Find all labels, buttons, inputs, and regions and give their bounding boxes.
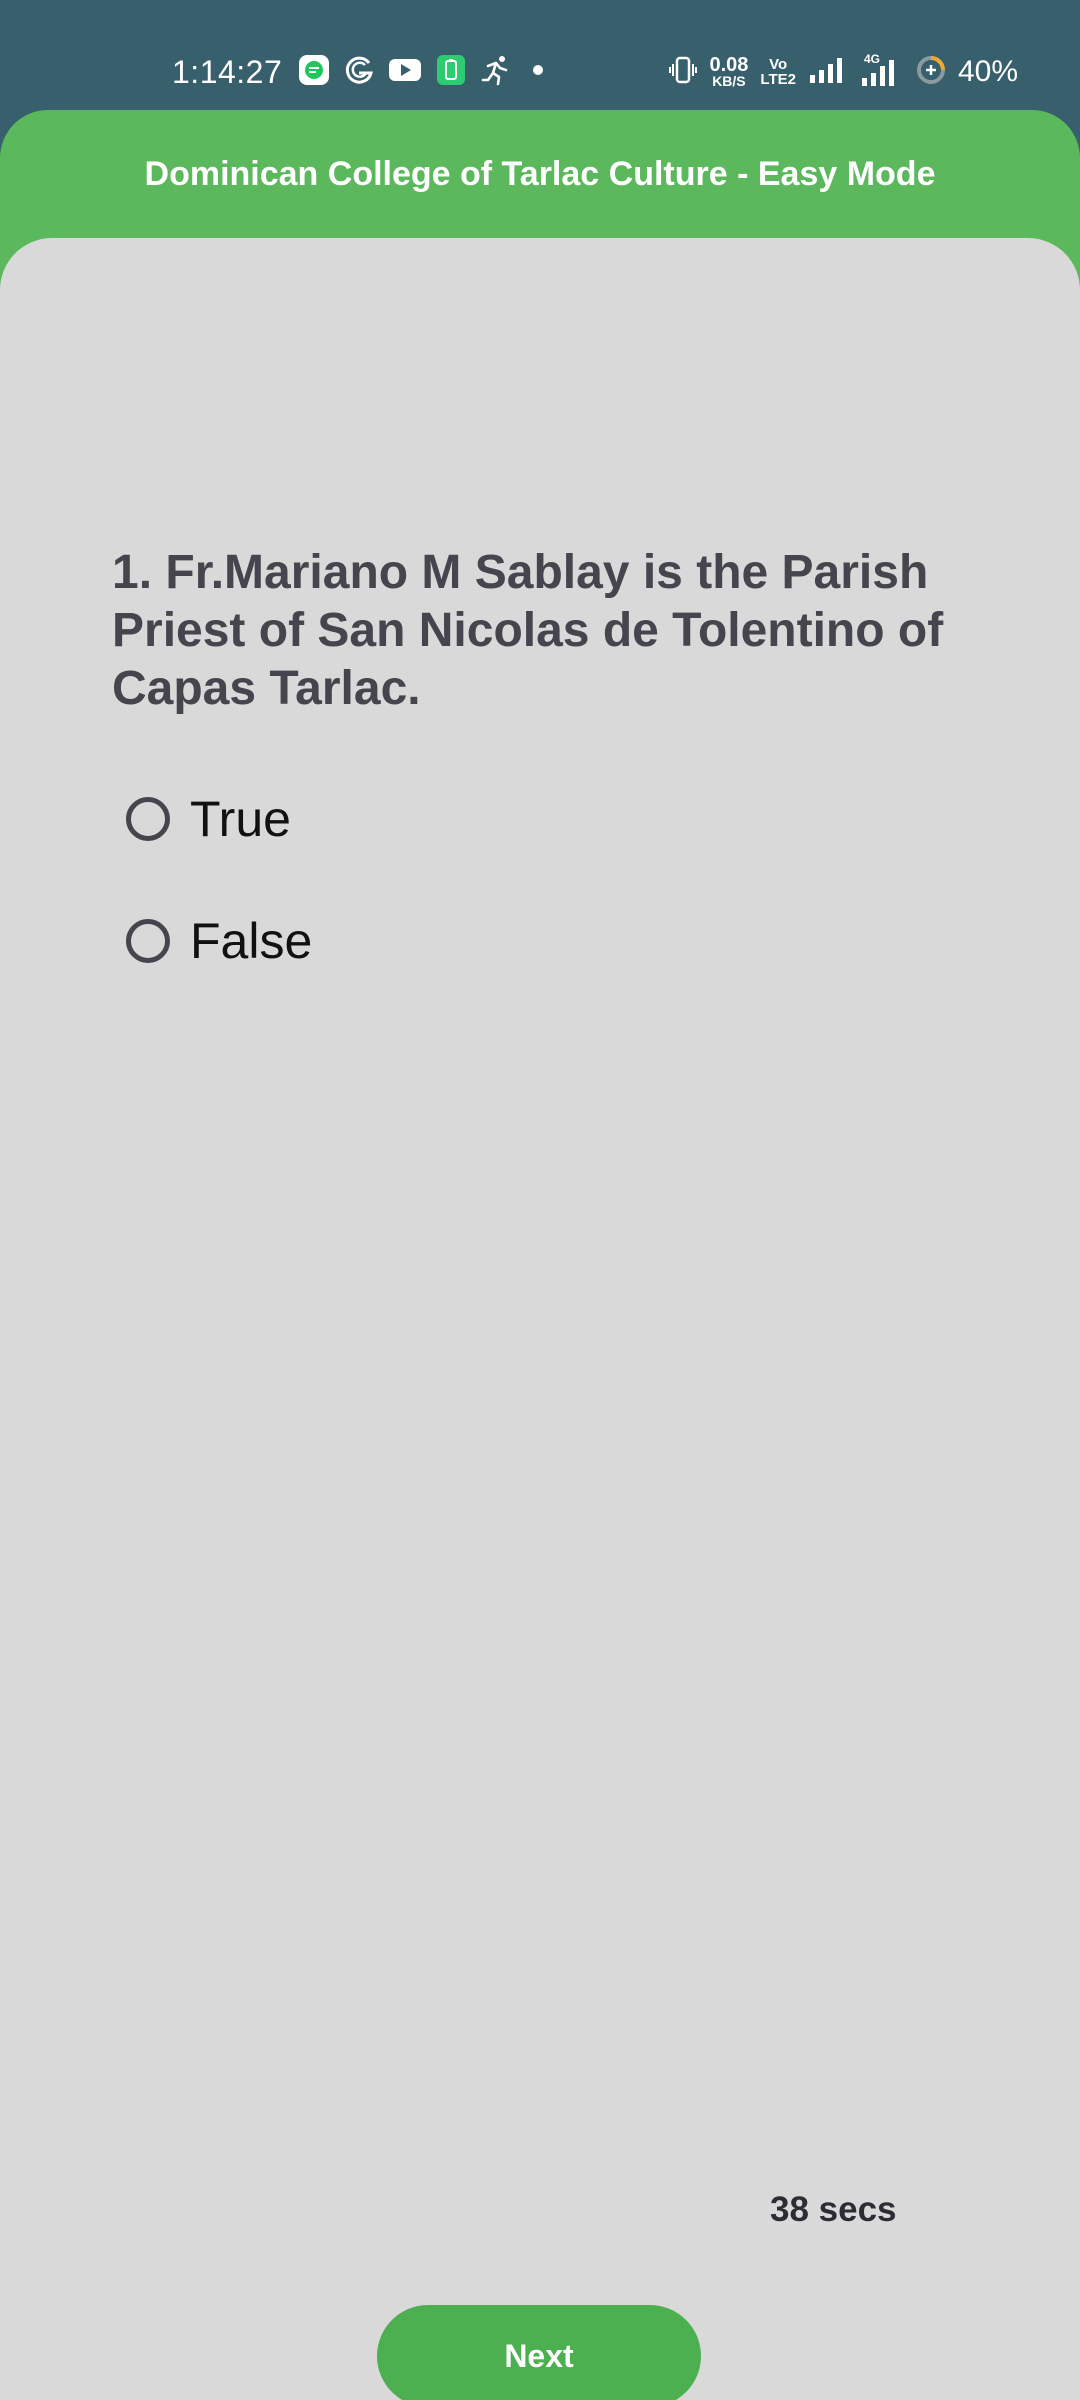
- status-bar: 1:14:27 0.08 KB/S Vo LTE2 4G 40%: [0, 0, 1080, 110]
- page-title: Dominican College of Tarlac Culture - Ea…: [144, 154, 936, 193]
- network-type-label: 4G: [864, 52, 880, 66]
- radio-false[interactable]: [126, 919, 170, 963]
- radio-true[interactable]: [126, 797, 170, 841]
- volte-bottom: LTE2: [760, 71, 796, 88]
- status-icons-right: 0.08 KB/S Vo LTE2 4G 40%: [669, 50, 1018, 94]
- net-speed-value: 0.08: [709, 53, 749, 76]
- volte-top: Vo: [769, 56, 788, 73]
- option-false[interactable]: False: [126, 911, 312, 971]
- running-icon: [480, 54, 512, 91]
- battery-saver-icon: [436, 54, 466, 91]
- option-true-label[interactable]: True: [190, 789, 291, 849]
- signal-icon: [808, 55, 846, 90]
- g-icon: [344, 54, 374, 91]
- option-true[interactable]: True: [126, 789, 291, 849]
- status-icons-left: [298, 54, 550, 91]
- status-time: 1:14:27: [172, 54, 283, 90]
- youtube-icon: [388, 57, 422, 88]
- quiz-card: 1. Fr.Mariano M Sablay is the Parish Pri…: [0, 238, 1080, 2400]
- message-icon: [298, 54, 330, 91]
- signal-4g-icon: 4G: [858, 52, 904, 93]
- next-button[interactable]: Next: [377, 2305, 701, 2400]
- battery-icon: [916, 55, 946, 90]
- timer-text: 38 secs: [770, 2190, 897, 2229]
- battery-percent: 40%: [957, 55, 1018, 88]
- app-frame: Dominican College of Tarlac Culture - Ea…: [0, 110, 1080, 2400]
- volte-indicator: Vo LTE2: [760, 57, 796, 87]
- vibrate-icon: [669, 55, 698, 90]
- net-speed-unit: KB/S: [712, 72, 746, 89]
- net-speed: 0.08 KB/S: [709, 53, 749, 89]
- question-text: 1. Fr.Mariano M Sablay is the Parish Pri…: [112, 546, 944, 715]
- dot-icon: [526, 54, 550, 91]
- option-false-label[interactable]: False: [190, 911, 312, 971]
